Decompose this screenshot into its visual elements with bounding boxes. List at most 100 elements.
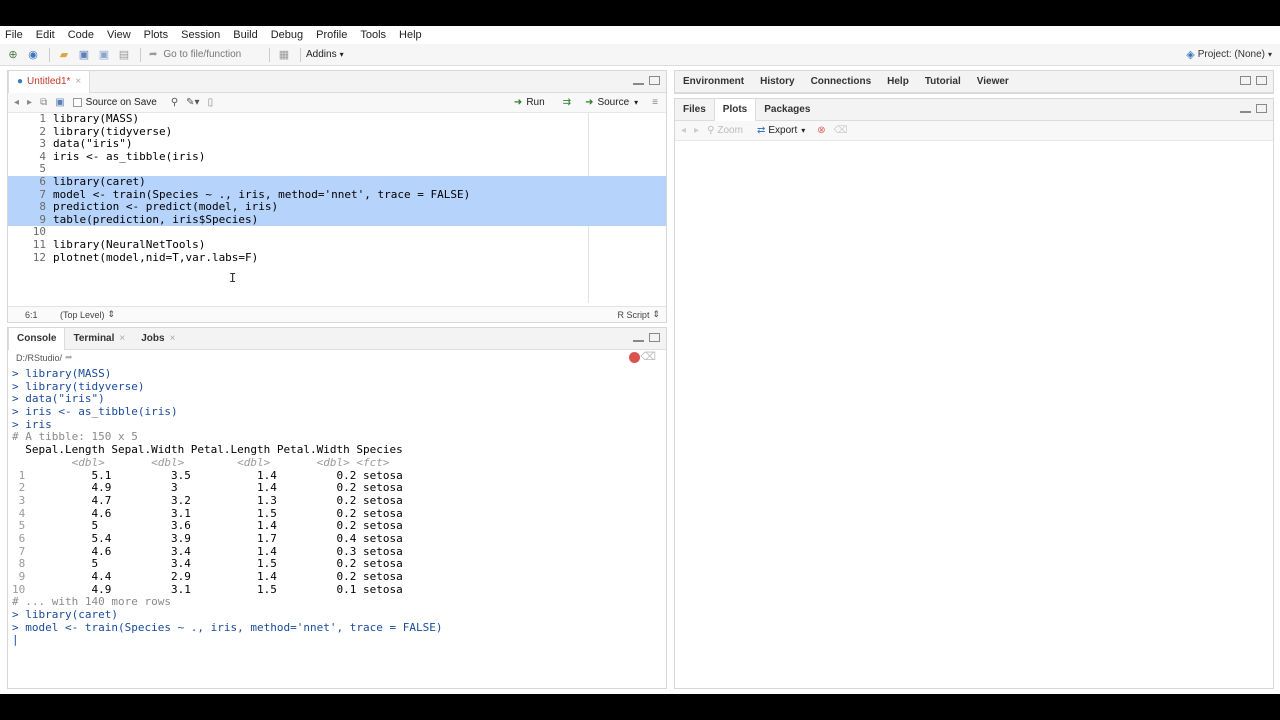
tab-jobs[interactable]: Jobs × bbox=[133, 328, 183, 350]
goto-placeholder: Go to file/function bbox=[163, 49, 242, 60]
grid-layout-icon[interactable]: ▦ bbox=[275, 47, 293, 63]
zoom-icon[interactable]: ⚲ bbox=[707, 125, 714, 136]
project-icon: ◈ bbox=[1186, 49, 1195, 61]
chevron-down-icon: ▾ bbox=[801, 126, 806, 135]
menu-item-edit[interactable]: Edit bbox=[36, 29, 55, 41]
minimize-icon[interactable] bbox=[1240, 109, 1251, 113]
tab-files[interactable]: Files bbox=[675, 99, 714, 121]
tab-plots[interactable]: Plots bbox=[713, 98, 757, 121]
console-text: 5.4 3.9 1.7 0.4 setosa bbox=[25, 531, 403, 545]
tab-tutorial[interactable]: Tutorial bbox=[917, 71, 969, 93]
console-output[interactable]: > library(MASS) > library(tidyverse) > dat… bbox=[8, 367, 666, 688]
close-icon[interactable]: × bbox=[119, 333, 125, 344]
zoom-button[interactable]: Zoom bbox=[717, 125, 743, 136]
source-arrow-icon: ➜ bbox=[585, 97, 594, 108]
console-text: # ... with 140 more rows bbox=[12, 595, 171, 609]
goto-file-input[interactable]: ➦ Go to file/function bbox=[146, 47, 264, 63]
chevron-updown-icon: ⇕ bbox=[652, 309, 660, 319]
console-text: > data("iris") bbox=[12, 392, 105, 406]
next-plot-icon[interactable]: ▸ bbox=[694, 125, 699, 136]
code-line[interactable]: 8 prediction <- predict(model, iris) bbox=[8, 201, 666, 214]
previous-plot-icon[interactable]: ◂ bbox=[681, 125, 686, 136]
menu-item-build[interactable]: Build bbox=[233, 29, 257, 41]
new-file-icon[interactable]: ⊕ bbox=[4, 47, 22, 63]
tab-packages[interactable]: Packages bbox=[756, 99, 818, 121]
source-button[interactable]: Source bbox=[597, 97, 629, 108]
show-in-window-icon[interactable]: ⧉ bbox=[40, 97, 47, 108]
save-all-icon[interactable]: ▣ bbox=[95, 47, 113, 63]
code-line[interactable]: 11 library(NeuralNetTools) bbox=[8, 237, 666, 252]
back-arrow-icon[interactable]: ◂ bbox=[14, 97, 19, 108]
line-number: 3 bbox=[39, 137, 46, 151]
menu-item-profile[interactable]: Profile bbox=[316, 29, 347, 41]
console-line: > library(tidyverse) bbox=[12, 379, 666, 394]
menu-bar: File Edit Code View Plots Session Build Debug Pr… bbox=[0, 26, 1280, 44]
menu-item-tools[interactable]: Tools bbox=[360, 29, 386, 41]
maximize-icon[interactable] bbox=[1256, 76, 1267, 85]
code-editor[interactable]: 1 library(MASS) 2 library(tidyverse) 3 data("… bbox=[8, 112, 666, 303]
menu-item-plots[interactable]: Plots bbox=[144, 29, 168, 41]
maximize-icon[interactable] bbox=[649, 333, 660, 342]
tab-terminal[interactable]: Terminal × bbox=[65, 328, 133, 350]
save-icon[interactable]: ▣ bbox=[55, 97, 64, 108]
clear-plots-icon[interactable]: ⌫ bbox=[834, 125, 848, 136]
tab-help[interactable]: Help bbox=[879, 71, 917, 93]
file-type-selector[interactable]: R Script bbox=[617, 310, 649, 320]
tab-viewer[interactable]: Viewer bbox=[969, 71, 1017, 93]
open-file-icon[interactable]: ▰ bbox=[55, 47, 73, 63]
search-icon[interactable]: ⚲ bbox=[171, 97, 178, 108]
magic-wand-icon[interactable]: ✎▾ bbox=[186, 97, 199, 108]
console-text: 4.9 3 1.4 0.2 setosa bbox=[25, 481, 403, 495]
menu-item-view[interactable]: View bbox=[107, 29, 131, 41]
save-icon[interactable]: ▣ bbox=[75, 47, 93, 63]
code-line[interactable]: 3 data("iris") bbox=[8, 138, 666, 151]
row-number: 3 bbox=[12, 493, 26, 507]
tab-connections[interactable]: Connections bbox=[803, 71, 880, 93]
tab-untitled1[interactable]: ● Untitled1* × bbox=[8, 70, 91, 93]
code-line[interactable]: 6 library(caret) bbox=[8, 174, 666, 189]
outline-icon[interactable]: ≡ bbox=[652, 97, 658, 108]
code-text: library(NeuralNetTools) bbox=[53, 237, 206, 251]
source-on-save-checkbox[interactable] bbox=[72, 98, 82, 107]
line-number: 6 bbox=[39, 174, 46, 188]
console-text: 4.7 3.2 1.3 0.2 setosa bbox=[25, 493, 403, 507]
code-line[interactable]: 9 table(prediction, iris$Species) bbox=[8, 213, 666, 227]
console-text: 5 3.4 1.5 0.2 setosa bbox=[25, 557, 403, 571]
run-button[interactable]: Run bbox=[526, 97, 544, 108]
close-icon[interactable]: × bbox=[75, 76, 81, 87]
rerun-icon[interactable]: ⇉ bbox=[563, 97, 571, 108]
code-line[interactable]: 4 iris <- as_tibble(iris) bbox=[8, 150, 666, 164]
go-to-directory-icon[interactable]: ➦ bbox=[65, 352, 73, 363]
restore-icon[interactable] bbox=[1240, 76, 1251, 85]
tab-environment[interactable]: Environment bbox=[675, 71, 752, 93]
menu-item-help[interactable]: Help bbox=[399, 29, 422, 41]
tab-history[interactable]: History bbox=[752, 71, 802, 93]
maximize-icon[interactable] bbox=[1256, 104, 1267, 113]
menu-item-file[interactable]: File bbox=[5, 29, 23, 41]
menu-item-session[interactable]: Session bbox=[181, 29, 220, 41]
new-project-icon[interactable]: ◉ bbox=[24, 47, 42, 63]
code-line[interactable]: 12 plotnet(model,nid=T,var.labs=F) bbox=[8, 251, 666, 265]
minimize-icon[interactable] bbox=[633, 338, 644, 342]
export-button[interactable]: Export bbox=[768, 125, 797, 136]
menu-item-debug[interactable]: Debug bbox=[271, 29, 303, 41]
addins-button[interactable]: Addins bbox=[306, 49, 337, 60]
code-line[interactable]: 1 library(MASS) bbox=[8, 112, 666, 126]
tab-console[interactable]: Console bbox=[8, 327, 66, 350]
forward-arrow-icon[interactable]: ▸ bbox=[27, 97, 32, 108]
remove-plot-icon[interactable]: ⊗ bbox=[817, 125, 825, 136]
stop-icon[interactable] bbox=[629, 352, 640, 363]
print-icon[interactable]: ▤ bbox=[115, 47, 133, 63]
maximize-icon[interactable] bbox=[649, 76, 660, 85]
console-text: # A tibble: 150 x 5 bbox=[12, 430, 138, 444]
clear-console-icon[interactable]: ⌫ bbox=[640, 350, 656, 363]
scope-selector[interactable]: (Top Level) bbox=[60, 310, 105, 320]
close-icon[interactable]: × bbox=[170, 333, 176, 344]
source-pane: ● Untitled1* × ◂ ▸ ⧉ ▣ Source on Save ⚲ … bbox=[7, 70, 667, 323]
minimize-icon[interactable] bbox=[633, 81, 644, 85]
project-menu[interactable]: ◈ Project: (None) ▾ bbox=[1186, 48, 1272, 61]
pane-window-controls bbox=[1240, 76, 1267, 85]
console-text: > library(tidyverse) bbox=[12, 379, 145, 393]
compile-report-icon[interactable]: ▯ bbox=[208, 97, 214, 108]
menu-item-code[interactable]: Code bbox=[68, 29, 94, 41]
